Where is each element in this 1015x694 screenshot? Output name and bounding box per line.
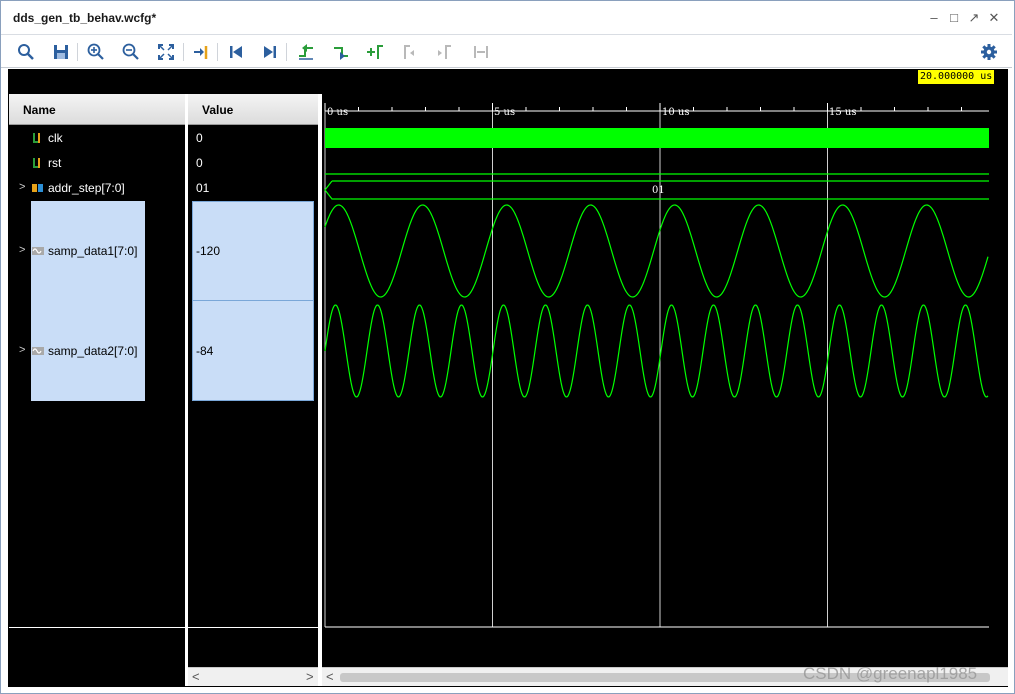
scroll-left-icon[interactable]: < — [326, 669, 334, 684]
go-to-cursor-icon[interactable] — [191, 42, 211, 62]
go-to-time-0-icon[interactable] — [226, 42, 246, 62]
window-title: dds_gen_tb_behav.wcfg* — [13, 11, 157, 25]
zoom-in-icon[interactable] — [86, 42, 106, 62]
minimize-icon[interactable]: – — [926, 10, 942, 26]
samp-data1-waveform — [324, 204, 989, 298]
waveform-canvas[interactable] — [319, 69, 991, 667]
column-divider[interactable] — [185, 94, 188, 686]
toolbar — [1, 36, 1012, 68]
signal-name-rst[interactable]: rst — [48, 156, 61, 170]
signal-name-clk[interactable]: clk — [48, 131, 63, 145]
signal-value-addr-step: 01 — [196, 181, 210, 195]
signal-name-addr-step[interactable]: addr_step[7:0] — [48, 181, 125, 195]
time-gridlines — [324, 103, 828, 627]
tick-label: 10 us — [662, 107, 690, 118]
tick-label: 5 us — [494, 107, 516, 118]
previous-transition-icon[interactable] — [296, 42, 316, 62]
bus-signal-icon — [31, 181, 45, 198]
bus-value-label: 01 — [652, 185, 665, 196]
bit-signal-icon — [31, 131, 45, 148]
expand-chevron-icon[interactable]: > — [19, 344, 25, 356]
timeline-tickmarks — [324, 103, 962, 111]
signal-value-rst: 0 — [196, 156, 203, 170]
tick-label: 0 us — [327, 107, 349, 118]
signal-value-samp-data1: -120 — [196, 244, 221, 258]
float-icon[interactable]: ↗ — [966, 10, 982, 26]
tick-label: 15 us — [829, 107, 857, 118]
bit-signal-icon — [31, 156, 45, 173]
scroll-left-icon[interactable]: < — [192, 669, 200, 684]
analog-signal-icon — [31, 244, 45, 261]
divider — [9, 627, 185, 628]
expand-chevron-icon[interactable]: > — [19, 181, 25, 193]
signal-value-samp-data2: -84 — [196, 344, 214, 358]
cursor-time-readout[interactable]: 20.000000 us — [918, 70, 995, 84]
next-transition-icon[interactable] — [331, 42, 351, 62]
divider — [188, 627, 318, 628]
search-icon[interactable] — [16, 42, 36, 62]
expand-chevron-icon[interactable]: > — [19, 244, 25, 256]
value-column-header[interactable]: Value — [188, 94, 318, 125]
next-marker-icon[interactable] — [434, 42, 454, 62]
value-horizontal-scrollbar[interactable]: < > — [188, 667, 318, 686]
add-marker-icon[interactable] — [365, 42, 385, 62]
signal-selection — [31, 201, 145, 401]
clk-waveform — [325, 128, 989, 148]
go-to-last-time-icon[interactable] — [260, 42, 280, 62]
signal-name-samp-data1[interactable]: samp_data1[7:0] — [48, 244, 137, 258]
previous-marker-icon[interactable] — [400, 42, 420, 62]
name-header-label: Name — [23, 103, 56, 117]
name-column-header[interactable]: Name — [9, 94, 185, 125]
close-icon[interactable]: ✕ — [986, 10, 1002, 26]
signal-value-clk: 0 — [196, 131, 203, 145]
zoom-out-icon[interactable] — [121, 42, 141, 62]
samp-data2-waveform — [324, 304, 989, 398]
scroll-right-icon[interactable]: > — [306, 669, 314, 684]
settings-icon[interactable] — [979, 42, 999, 62]
swap-cursors-icon[interactable] — [471, 42, 491, 62]
save-icon[interactable] — [51, 42, 71, 62]
title-bar: dds_gen_tb_behav.wcfg* – □ ↗ ✕ — [1, 1, 1012, 35]
zoom-fit-icon[interactable] — [156, 42, 176, 62]
maximize-icon[interactable]: □ — [946, 10, 962, 26]
value-header-label: Value — [202, 103, 234, 117]
analog-signal-icon — [31, 344, 45, 361]
signal-name-samp-data2[interactable]: samp_data2[7:0] — [48, 344, 137, 358]
watermark: CSDN @greenapl1985 — [803, 664, 978, 683]
